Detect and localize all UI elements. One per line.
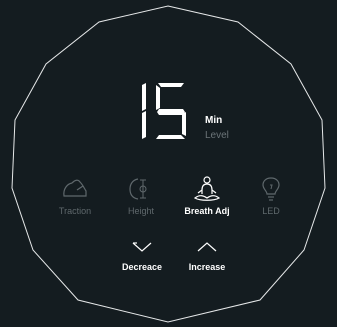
breath-adj-label: Breath Adj [184, 206, 230, 216]
decrease-label: Decreace [121, 262, 163, 272]
led-label: LED [262, 206, 280, 216]
display-unit: Min [205, 115, 223, 126]
increase-label: Increase [188, 262, 226, 272]
meditation-icon [193, 176, 221, 201]
height-button[interactable]: Height [111, 176, 171, 216]
decrease-button[interactable]: Decreace [112, 240, 172, 272]
breath-adj-button[interactable]: Breath Adj [177, 176, 237, 216]
led-button[interactable]: LED [241, 176, 301, 216]
traction-label: Traction [58, 206, 92, 216]
chevron-up-icon [197, 242, 217, 252]
traction-button[interactable]: Traction [45, 176, 105, 216]
display-subtitle: Level [205, 130, 229, 141]
height-adjust-icon [129, 178, 147, 200]
polygon-frame [11, 5, 326, 323]
bulb-icon [262, 177, 280, 201]
foot-traction-icon [63, 179, 87, 197]
seven-segment-digits [142, 83, 186, 139]
chevron-down-icon [132, 242, 152, 252]
time-display: 15 [138, 82, 190, 140]
increase-button[interactable]: Increase [177, 240, 237, 272]
height-label: Height [127, 206, 154, 216]
